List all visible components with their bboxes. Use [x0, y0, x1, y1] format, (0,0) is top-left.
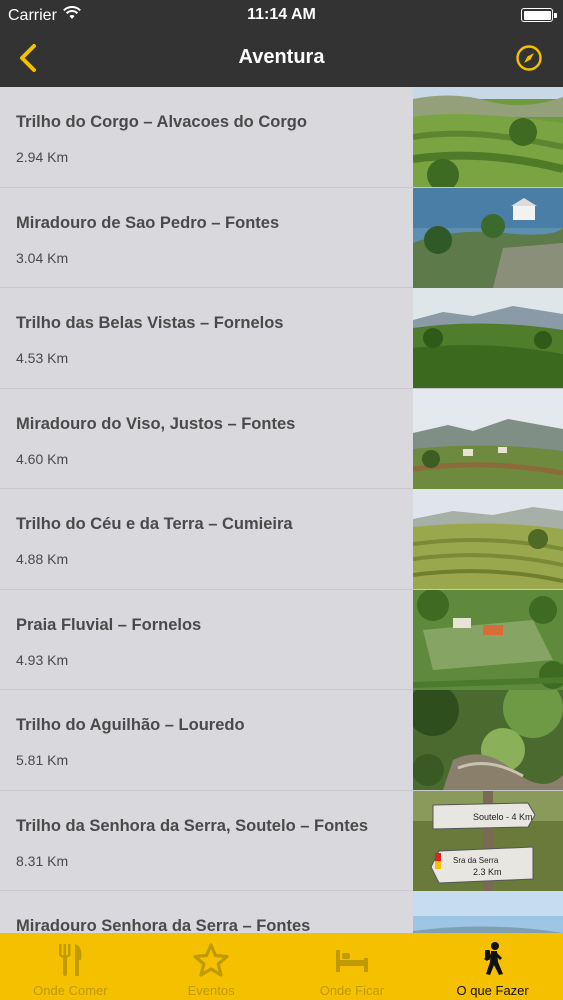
hiker-icon [473, 941, 513, 979]
tab-o-que-fazer[interactable]: O que Fazer [422, 933, 563, 1000]
page-title: Aventura [238, 46, 325, 68]
tab-eventos[interactable]: Eventos [141, 933, 282, 1000]
item-thumbnail [413, 87, 563, 187]
navigation-bar: Aventura [0, 30, 563, 87]
list-item[interactable]: Trilho da Senhora da Serra, Soutelo – Fo… [0, 790, 563, 891]
signpost-line-3: 2.3 Km [473, 867, 502, 877]
compass-button[interactable] [513, 42, 545, 74]
tab-onde-ficar[interactable]: Onde Ficar [282, 933, 423, 1000]
tab-label: O que Fazer [456, 983, 529, 998]
item-name: Trilho do Céu e da Terra – Cumieira [16, 515, 293, 533]
item-name: Trilho da Senhora da Serra, Soutelo – Fo… [16, 816, 369, 835]
item-distance: 4.60 Km [16, 450, 69, 467]
list-item[interactable]: Trilho do Corgo – Alvacoes do Corgo 2.94… [0, 87, 563, 188]
list-item[interactable]: Miradouro Senhora da Serra – Fontes [0, 891, 563, 933]
item-name: Miradouro do Viso, Justos – Fontes [16, 414, 296, 433]
item-distance: 4.88 Km [16, 551, 69, 567]
item-thumbnail [413, 589, 563, 690]
list-item[interactable]: Trilho do Céu e da Terra – Cumieira 4.88… [0, 489, 563, 590]
activity-list: Trilho do Corgo – Alvacoes do Corgo 2.94… [0, 87, 563, 933]
tab-onde-comer[interactable]: Onde Comer [0, 933, 141, 1000]
item-thumbnail [413, 690, 563, 790]
list-item[interactable]: Trilho do Aguilhão – Louredo 5.81 Km [0, 690, 563, 791]
list-item[interactable]: Miradouro do Viso, Justos – Fontes 4.60 … [0, 388, 563, 489]
item-name: Trilho das Belas Vistas – Fornelos [16, 314, 284, 332]
item-distance: 8.31 Km [16, 852, 69, 869]
item-name: Praia Fluvial – Fornelos [16, 615, 202, 634]
item-name: Trilho do Aguilhão – Louredo [16, 716, 245, 734]
item-thumbnail [413, 489, 563, 589]
status-time: 11:14 AM [247, 6, 316, 23]
fork-knife-icon [50, 941, 90, 979]
tab-label: Eventos [187, 983, 235, 998]
tab-label: Onde Ficar [319, 983, 385, 998]
status-bar: Carrier 11:14 AM [0, 0, 563, 30]
item-distance: 4.93 Km [16, 651, 69, 668]
item-thumbnail [413, 891, 563, 933]
item-thumbnail [413, 187, 563, 288]
item-distance: 2.94 Km [16, 149, 69, 165]
tab-label: Onde Comer [33, 983, 108, 998]
item-distance: 5.81 Km [16, 752, 69, 768]
item-name: Miradouro de Sao Pedro – Fontes [16, 213, 280, 232]
compass-icon [516, 45, 542, 71]
star-icon [191, 941, 231, 979]
item-distance: 4.53 Km [16, 350, 69, 366]
top-bar: Carrier 11:14 AM Aventura [0, 0, 563, 87]
item-distance: 3.04 Km [16, 249, 69, 266]
bed-icon [332, 941, 372, 979]
list-item[interactable]: Trilho das Belas Vistas – Fornelos 4.53 … [0, 288, 563, 389]
item-name: Miradouro Senhora da Serra – Fontes [16, 917, 311, 933]
item-thumbnail [413, 388, 563, 489]
list-item[interactable]: Miradouro de Sao Pedro – Fontes 3.04 Km [0, 187, 563, 288]
signpost-line-2: Sra da Serra [453, 856, 499, 865]
item-thumbnail: Soutelo - 4 Km Sra da Serra 2.3 Km [413, 790, 563, 891]
tab-bar: Onde Comer Eventos Onde Ficar O que Faze… [0, 933, 563, 1000]
battery-icon [521, 8, 557, 22]
signpost-line-1: Soutelo - 4 Km [473, 812, 533, 822]
item-name: Trilho do Corgo – Alvacoes do Corgo [16, 113, 307, 131]
item-thumbnail [413, 288, 563, 388]
list-item[interactable]: Praia Fluvial – Fornelos 4.93 Km [0, 589, 563, 690]
